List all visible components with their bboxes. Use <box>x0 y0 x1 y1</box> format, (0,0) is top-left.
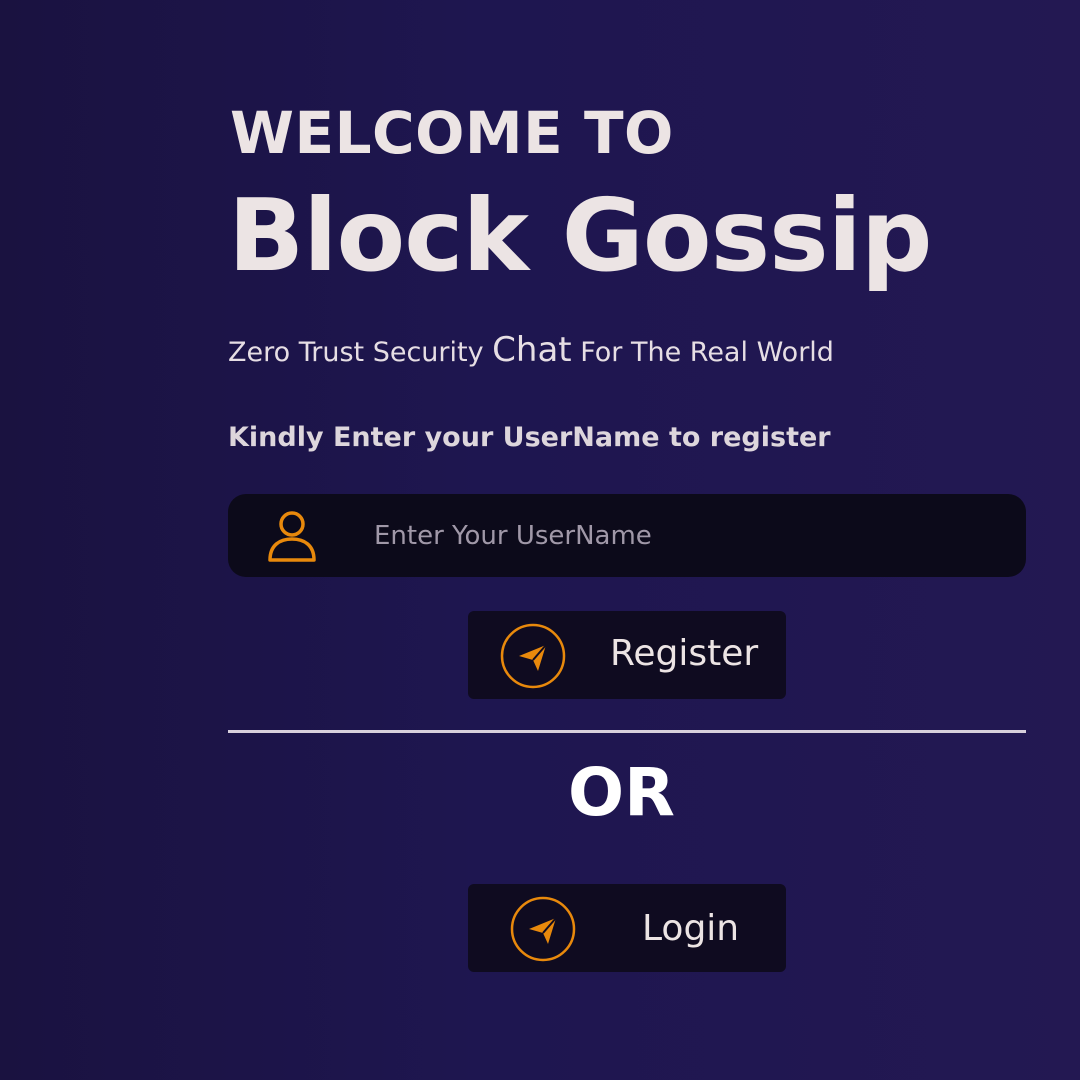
register-prompt: Kindly Enter your UserName to register <box>228 422 831 453</box>
brand-title: Block Gossip <box>228 177 932 294</box>
send-icon <box>500 623 566 689</box>
divider <box>228 730 1026 733</box>
user-icon <box>268 511 316 562</box>
tagline: Zero Trust Security Chat For The Real Wo… <box>228 330 834 371</box>
tagline-part2: For The Real World <box>571 337 834 368</box>
login-button[interactable]: Login <box>468 884 786 972</box>
tagline-part1: Zero Trust Security <box>228 337 493 368</box>
tagline-emphasis: Chat <box>492 330 572 370</box>
login-label: Login <box>642 908 740 949</box>
welcome-heading: WELCOME TO <box>230 99 674 167</box>
register-label: Register <box>610 633 759 674</box>
register-button[interactable]: Register <box>468 611 786 699</box>
welcome-panel: WELCOME TO Block Gossip Zero Trust Secur… <box>228 0 1026 1080</box>
username-field-container <box>228 494 1026 577</box>
or-separator: OR <box>568 754 675 831</box>
send-icon <box>510 896 576 962</box>
username-input[interactable] <box>374 514 994 558</box>
